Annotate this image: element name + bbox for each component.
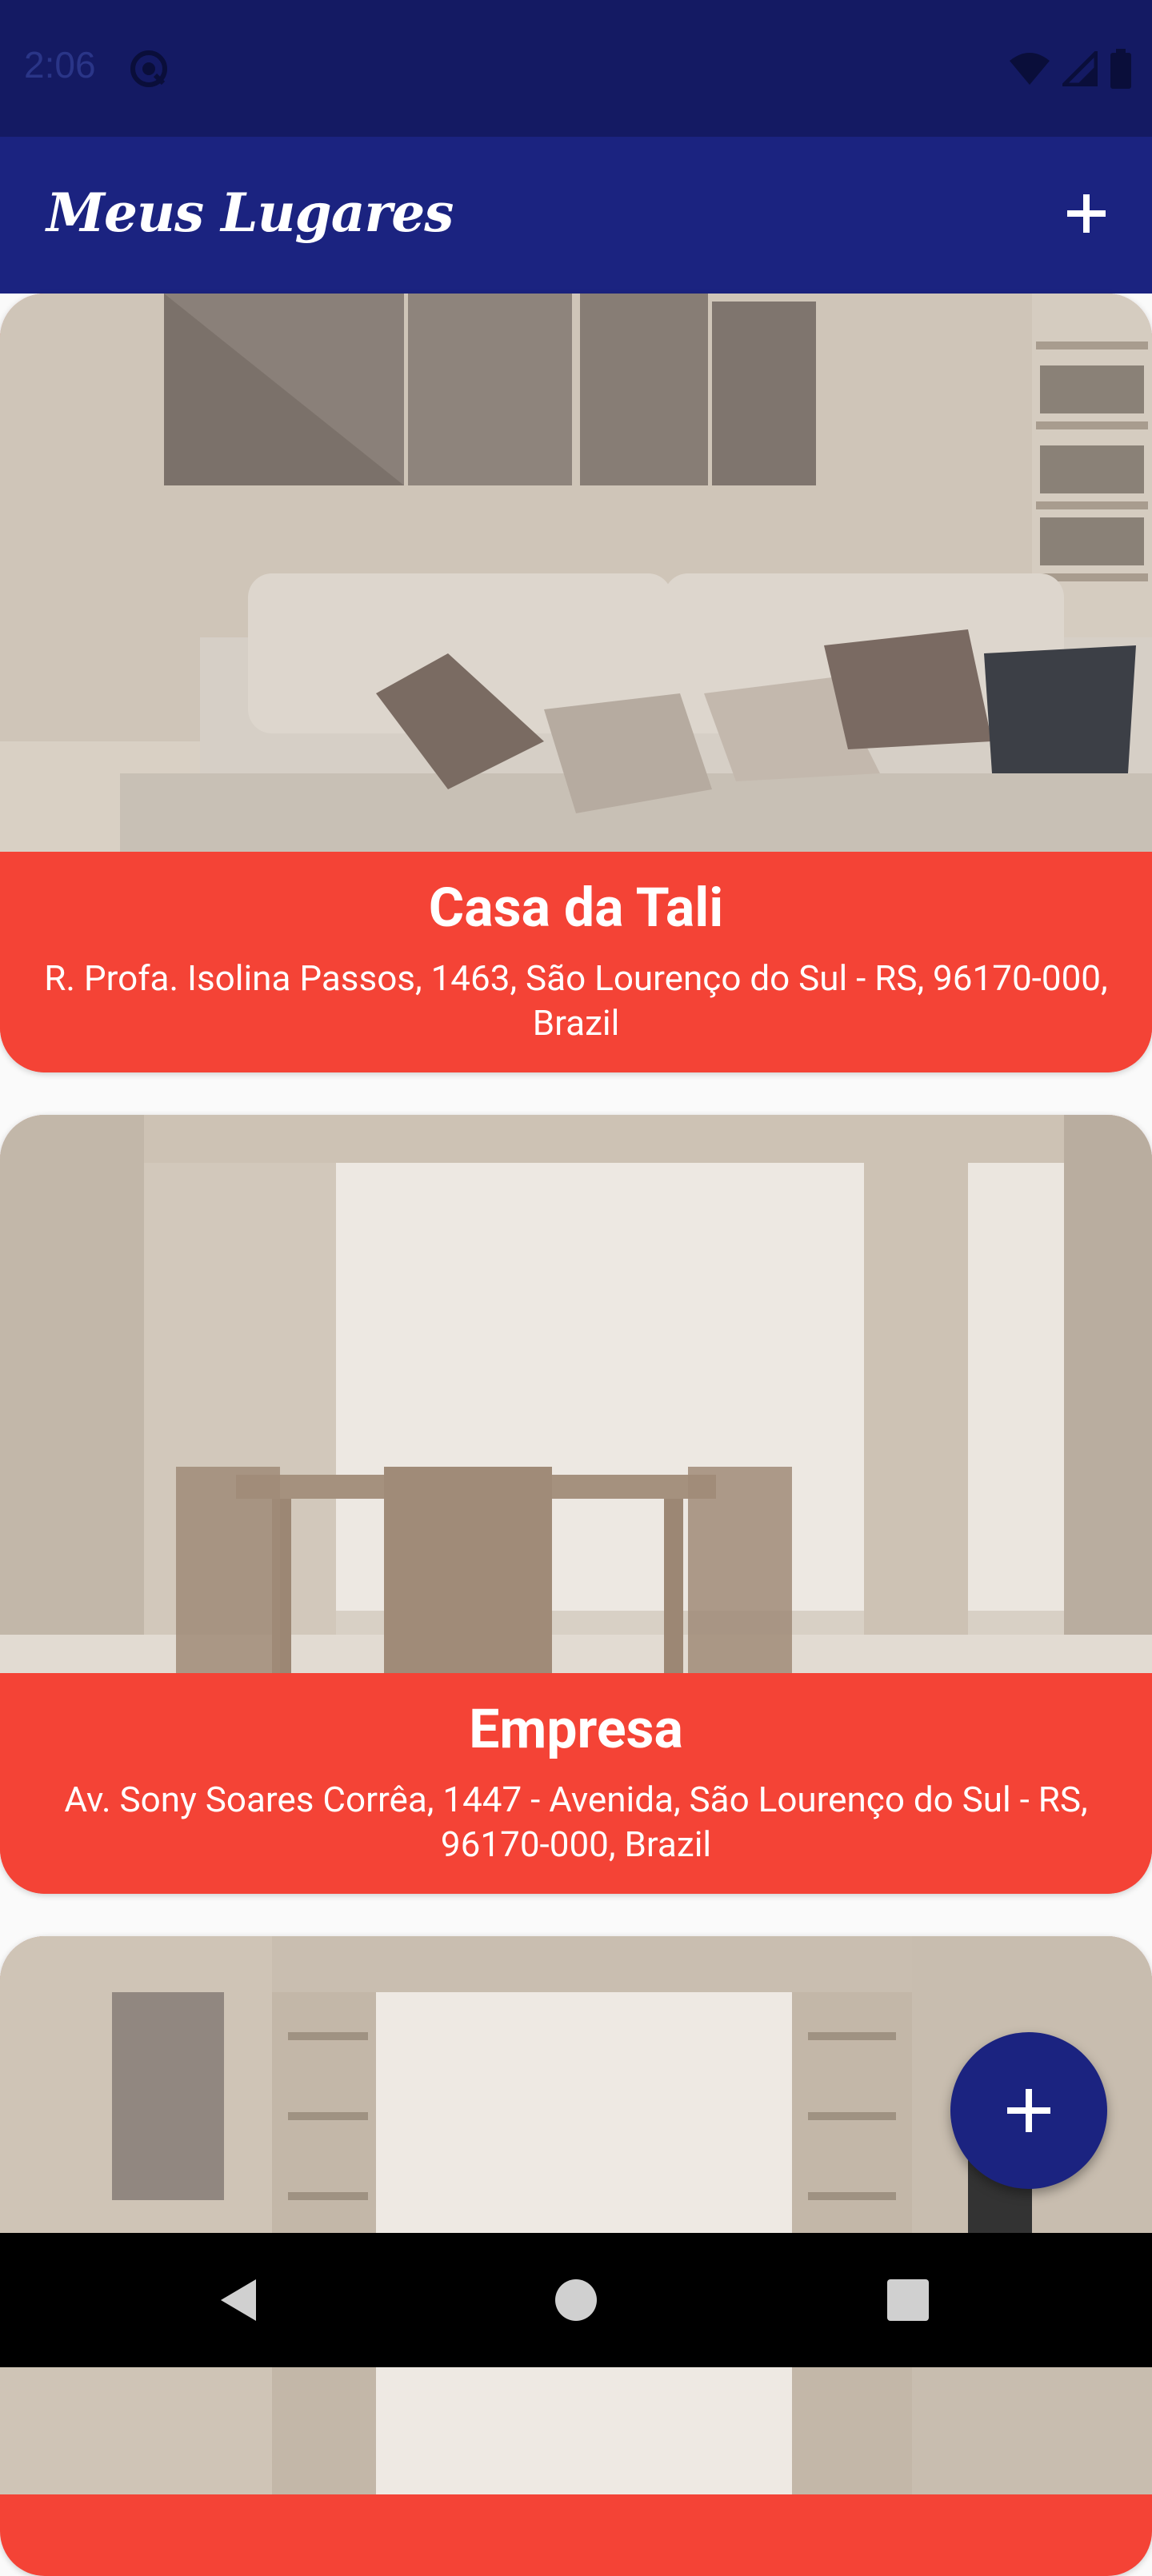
place-address: Av. Sony Soares Corrêa, 1447 - Avenida, … bbox=[64, 1779, 1088, 1865]
home-icon[interactable] bbox=[552, 2276, 600, 2324]
app-notification-icon bbox=[130, 50, 167, 87]
signal-icon bbox=[1062, 51, 1098, 86]
status-time: 2:06 bbox=[24, 44, 96, 86]
place-card[interactable]: Casa da Tali R. Profa. Isolina Passos, 1… bbox=[0, 294, 1152, 1072]
dining-room-photo bbox=[0, 1115, 1152, 1673]
status-bar: 2:06 bbox=[0, 0, 1152, 137]
wifi-icon bbox=[1010, 53, 1050, 85]
plus-icon bbox=[1007, 2089, 1050, 2132]
place-info: Casa da Tali R. Profa. Isolina Passos, 1… bbox=[0, 852, 1152, 1072]
place-info: Empresa Av. Sony Soares Corrêa, 1447 - A… bbox=[0, 1673, 1152, 1894]
battery-icon bbox=[1110, 49, 1131, 89]
add-place-fab[interactable] bbox=[950, 2032, 1107, 2189]
room-with-shelves-photo bbox=[0, 1936, 1152, 2494]
place-title: Empresa bbox=[469, 1697, 683, 1761]
living-room-photo bbox=[0, 294, 1152, 852]
app-bar: Meus Lugares bbox=[0, 137, 1152, 294]
place-address: R. Profa. Isolina Passos, 1463, São Lour… bbox=[44, 957, 1108, 1044]
recents-icon[interactable] bbox=[884, 2276, 932, 2324]
add-place-button[interactable] bbox=[1054, 182, 1118, 246]
back-icon[interactable] bbox=[216, 2276, 264, 2324]
place-title: Casa da Tali bbox=[428, 876, 724, 940]
system-nav-bar bbox=[0, 2233, 1152, 2367]
place-card[interactable]: Empresa Av. Sony Soares Corrêa, 1447 - A… bbox=[0, 1115, 1152, 1894]
plus-icon bbox=[1067, 194, 1106, 233]
page-title: Meus Lugares bbox=[46, 182, 454, 244]
